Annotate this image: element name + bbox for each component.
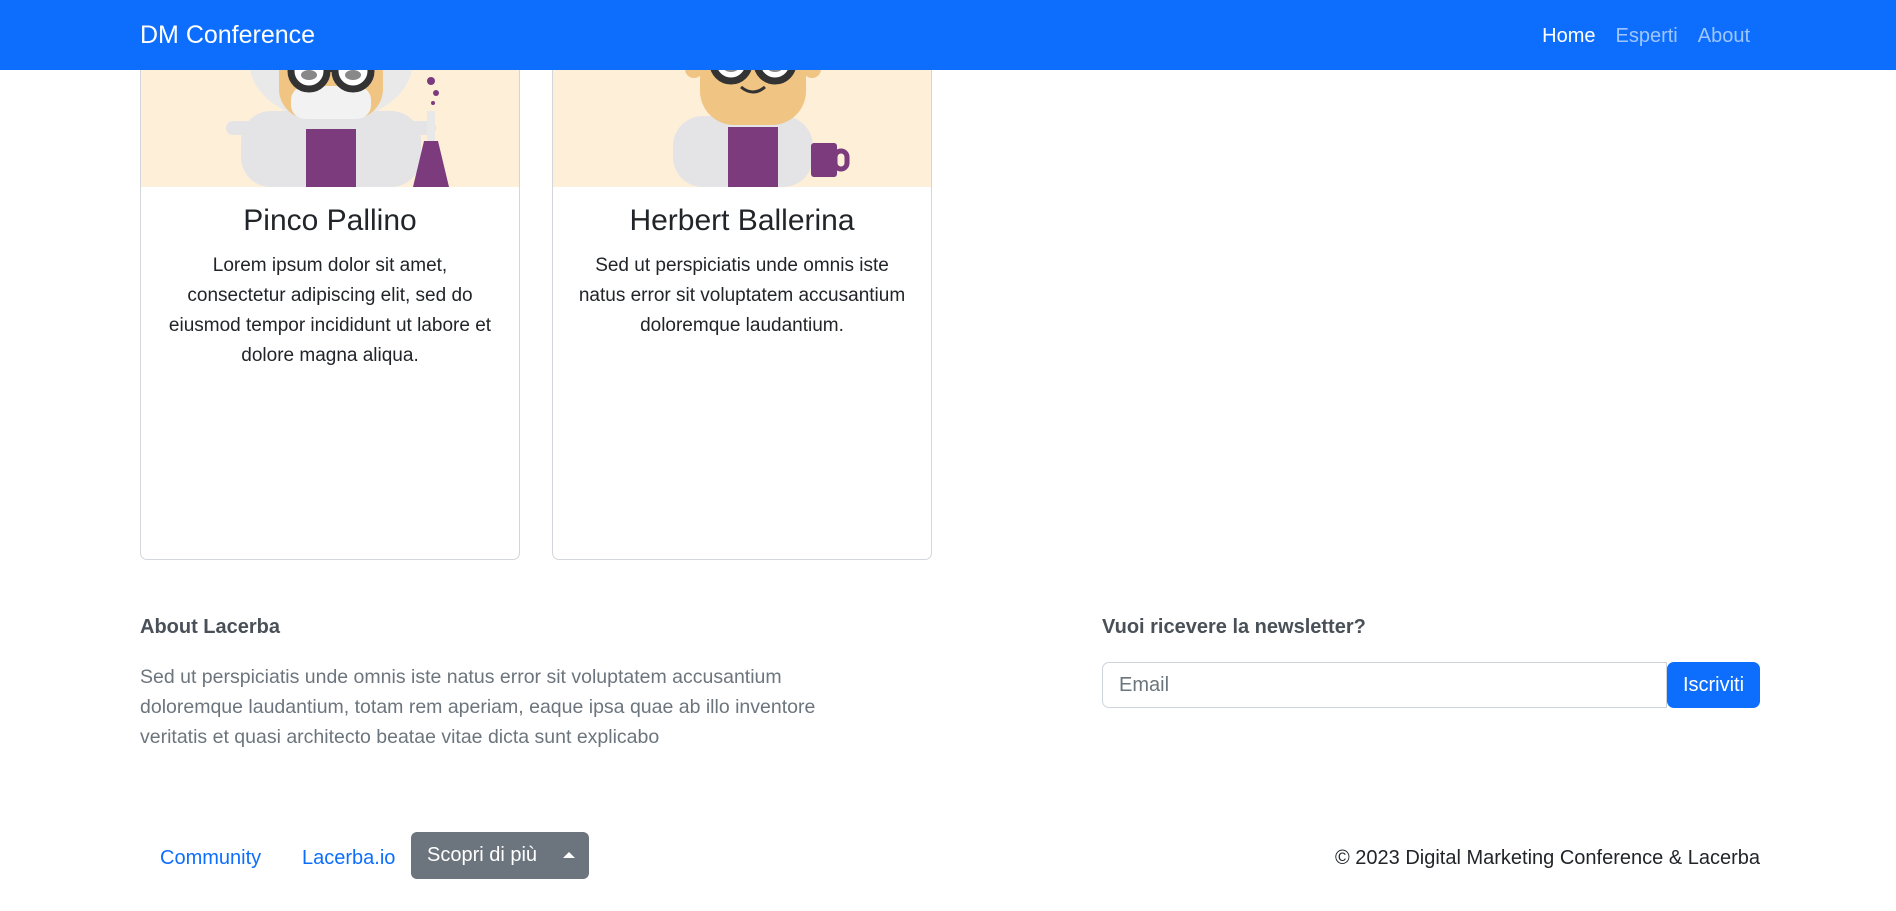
about-text: Sed ut perspiciatis unde omnis iste natu…	[140, 666, 816, 748]
email-input[interactable]	[1102, 662, 1667, 708]
expert-card: Pinco Pallino Lorem ipsum dolor sit amet…	[140, 40, 520, 560]
dropdown-label: Scopri di più	[427, 844, 538, 866]
about-title: About Lacerba	[140, 616, 281, 638]
lacerba-link[interactable]: Lacerba.io	[302, 845, 395, 871]
newsletter-title: Vuoi ricevere la newsletter?	[1102, 616, 1366, 638]
card-text: Sed ut perspiciatis unde omnis iste natu…	[578, 255, 906, 336]
caret-up-icon	[563, 852, 575, 858]
nav-links: Home Esperti About	[1542, 23, 1750, 49]
expert-card: Herbert Ballerina Sed ut perspiciatis un…	[552, 40, 932, 560]
scopri-dropdown-button[interactable]: Scopri di più	[411, 832, 589, 879]
navbar: DM Conference Home Esperti About	[0, 0, 1896, 70]
copyright-text: © 2023 Digital Marketing Conference & La…	[1335, 847, 1760, 869]
card-title: Pinco Pallino	[243, 204, 417, 237]
nav-link-esperti[interactable]: Esperti	[1615, 23, 1677, 49]
nav-link-about[interactable]: About	[1698, 23, 1750, 49]
brand-link[interactable]: DM Conference	[140, 20, 315, 50]
community-link[interactable]: Community	[160, 845, 261, 871]
subscribe-button[interactable]: Iscriviti	[1667, 662, 1760, 708]
card-title: Herbert Ballerina	[629, 204, 855, 237]
nav-link-home[interactable]: Home	[1542, 23, 1595, 49]
card-text: Lorem ipsum dolor sit amet, consectetur …	[168, 255, 492, 366]
